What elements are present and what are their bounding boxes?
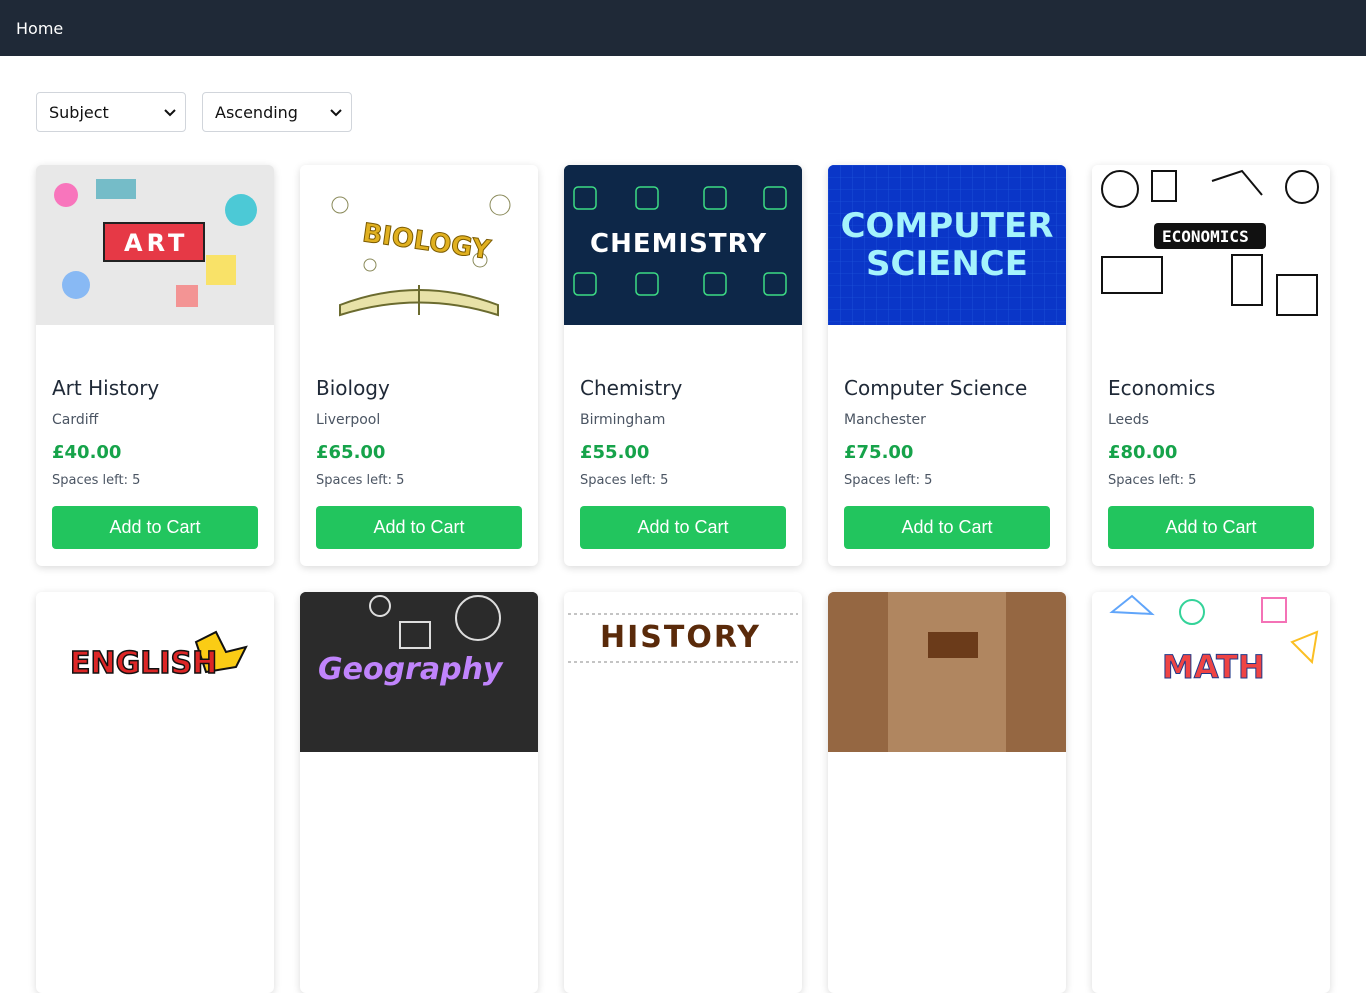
add-to-cart-button[interactable]: Add to Cart bbox=[316, 506, 522, 549]
course-spaces: Spaces left: 5 bbox=[316, 473, 405, 488]
course-price: £40.00 bbox=[52, 442, 122, 463]
gavel-illustration-icon bbox=[828, 592, 1066, 752]
course-card: COMPUTER SCIENCE Computer Science Manche… bbox=[828, 165, 1066, 566]
course-card: ART Art History Cardiff £40.00 Spaces le… bbox=[36, 165, 274, 566]
course-location: Leeds bbox=[1108, 412, 1149, 428]
course-image-art: ART bbox=[36, 165, 274, 325]
course-title: Economics bbox=[1108, 376, 1216, 400]
course-location: Liverpool bbox=[316, 412, 381, 428]
course-image-english: ENGLISH bbox=[36, 592, 274, 752]
sort-by-select[interactable]: Subject bbox=[36, 92, 186, 132]
course-title: Chemistry bbox=[580, 376, 683, 400]
top-navbar: Home bbox=[0, 0, 1366, 56]
course-image-economics: ECONOMICS bbox=[1092, 165, 1330, 325]
course-price: £55.00 bbox=[580, 442, 650, 463]
course-image-chemistry: CHEMISTRY bbox=[564, 165, 802, 325]
course-grid: ART Art History Cardiff £40.00 Spaces le… bbox=[36, 165, 1330, 993]
course-card bbox=[828, 592, 1066, 993]
add-to-cart-button[interactable]: Add to Cart bbox=[1108, 506, 1314, 549]
course-card: BIOLOGY Biology Liverpool £65.00 Spaces … bbox=[300, 165, 538, 566]
course-card: Geography bbox=[300, 592, 538, 993]
course-title: Art History bbox=[52, 376, 160, 400]
chevron-down-icon bbox=[164, 109, 176, 117]
chemistry-image-label: CHEMISTRY bbox=[590, 229, 768, 259]
home-link[interactable]: Home bbox=[16, 19, 63, 38]
history-image-label: HISTORY bbox=[600, 620, 762, 655]
course-image-computer-science: COMPUTER SCIENCE bbox=[828, 165, 1066, 325]
history-illustration-icon bbox=[564, 592, 802, 752]
course-card: ECONOMICS Economics Leeds £80.00 Spaces … bbox=[1092, 165, 1330, 566]
economics-image-label: ECONOMICS bbox=[1162, 227, 1249, 246]
geography-image-label: Geography bbox=[318, 652, 503, 687]
math-image-label: MATH bbox=[1162, 648, 1266, 687]
english-image-label: ENGLISH bbox=[69, 645, 218, 682]
course-spaces: Spaces left: 5 bbox=[52, 473, 141, 488]
filter-controls: Subject Ascending bbox=[36, 92, 352, 132]
course-image-math: MATH bbox=[1092, 592, 1330, 752]
course-title: Computer Science bbox=[844, 376, 1028, 400]
course-location: Manchester bbox=[844, 412, 926, 428]
course-spaces: Spaces left: 5 bbox=[1108, 473, 1197, 488]
course-price: £80.00 bbox=[1108, 442, 1178, 463]
course-spaces: Spaces left: 5 bbox=[844, 473, 933, 488]
course-card: CHEMISTRY Chemistry Birmingham £55.00 Sp… bbox=[564, 165, 802, 566]
add-to-cart-button[interactable]: Add to Cart bbox=[580, 506, 786, 549]
art-image-label: ART bbox=[124, 229, 189, 257]
chevron-down-icon bbox=[330, 109, 342, 117]
course-location: Cardiff bbox=[52, 412, 99, 428]
course-image-history: HISTORY bbox=[564, 592, 802, 752]
course-price: £75.00 bbox=[844, 442, 914, 463]
course-price: £65.00 bbox=[316, 442, 386, 463]
course-image-law bbox=[828, 592, 1066, 752]
add-to-cart-button[interactable]: Add to Cart bbox=[52, 506, 258, 549]
computer-science-image-label: COMPUTER SCIENCE bbox=[840, 206, 1054, 284]
add-to-cart-button[interactable]: Add to Cart bbox=[844, 506, 1050, 549]
course-title: Biology bbox=[316, 376, 390, 400]
course-card: ENGLISH bbox=[36, 592, 274, 993]
course-card: HISTORY bbox=[564, 592, 802, 993]
sort-order-select[interactable]: Ascending bbox=[202, 92, 352, 132]
course-card: MATH bbox=[1092, 592, 1330, 993]
course-spaces: Spaces left: 5 bbox=[580, 473, 669, 488]
course-image-biology: BIOLOGY bbox=[300, 165, 538, 325]
sort-by-value: Subject bbox=[49, 102, 109, 122]
course-image-geography: Geography bbox=[300, 592, 538, 752]
sort-order-value: Ascending bbox=[215, 102, 298, 122]
course-location: Birmingham bbox=[580, 412, 666, 428]
